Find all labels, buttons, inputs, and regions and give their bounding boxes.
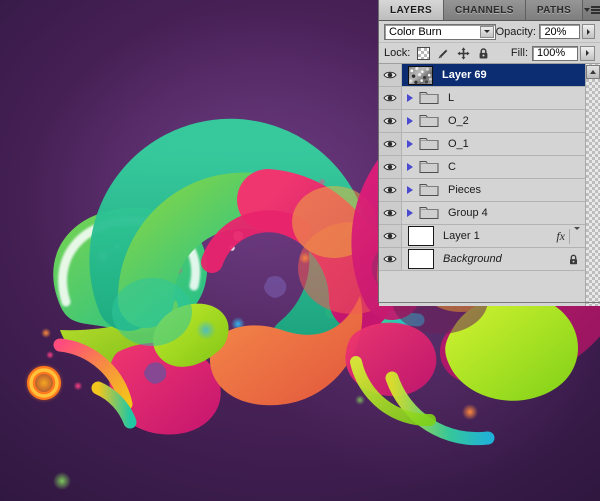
layers-panel: LAYERS CHANNELS PATHS Color Burn Opacity…: [378, 0, 600, 306]
layer-name: Layer 69: [442, 69, 487, 81]
layer-name: O_2: [448, 115, 469, 127]
eye-icon: [383, 255, 397, 263]
layer-visibility-toggle[interactable]: [379, 248, 402, 270]
tab-paths[interactable]: PATHS: [525, 0, 584, 20]
layer-thumbnail[interactable]: [408, 249, 434, 269]
folder-icon[interactable]: [419, 158, 439, 177]
layer-thumbnail[interactable]: [408, 65, 433, 85]
blend-opacity-row: Color Burn Opacity: 20%: [379, 21, 600, 42]
layer-visibility-toggle[interactable]: [379, 64, 402, 86]
eye-icon: [383, 209, 397, 217]
table-row[interactable]: Pieces: [379, 179, 585, 202]
layer-name: Group 4: [448, 207, 488, 219]
layer-name: Layer 1: [443, 230, 480, 242]
lock-position-icon[interactable]: [457, 46, 470, 60]
layer-effects-icon[interactable]: fx: [556, 229, 565, 244]
layer-name: Background: [443, 253, 502, 265]
eye-icon: [383, 163, 397, 171]
blend-mode-select[interactable]: Color Burn: [384, 23, 496, 40]
fill-stepper[interactable]: [580, 45, 595, 61]
panel-menu-button[interactable]: [583, 0, 600, 20]
blend-mode-value: Color Burn: [389, 25, 442, 38]
eye-icon: [383, 94, 397, 102]
group-expand-triangle-icon[interactable]: [402, 163, 418, 171]
opacity-stepper[interactable]: [581, 24, 596, 39]
group-expand-triangle-icon[interactable]: [402, 94, 418, 102]
tab-channels-label: CHANNELS: [455, 4, 514, 16]
layer-row-right: fx: [556, 227, 585, 244]
layer-row-right: [567, 253, 585, 266]
panel-tab-strip: LAYERS CHANNELS PATHS: [379, 0, 600, 21]
layer-name: Pieces: [448, 184, 482, 196]
layer-visibility-toggle[interactable]: [379, 202, 402, 224]
lock-transparent-pixels-icon[interactable]: [417, 46, 431, 60]
layer-name: C: [448, 161, 456, 173]
chevron-down-icon[interactable]: [479, 25, 494, 38]
folder-icon[interactable]: [419, 112, 439, 131]
table-row[interactable]: O_2: [379, 110, 585, 133]
layer-visibility-toggle[interactable]: [379, 87, 402, 109]
tab-layers-label: LAYERS: [390, 4, 433, 16]
layer-visibility-toggle[interactable]: [379, 110, 402, 132]
group-expand-triangle-icon[interactable]: [402, 117, 418, 125]
lock-fill-row: Lock: Fill: 100%: [379, 42, 600, 63]
lock-all-icon[interactable]: [477, 47, 490, 60]
tab-channels[interactable]: CHANNELS: [444, 0, 526, 20]
layer-thumbnail[interactable]: [408, 226, 434, 246]
eye-icon: [383, 117, 397, 125]
group-expand-triangle-icon[interactable]: [402, 186, 418, 194]
layer-name: O_1: [448, 138, 469, 150]
layer-visibility-toggle[interactable]: [379, 156, 402, 178]
eye-icon: [383, 71, 397, 79]
layers-list[interactable]: Layer 69 L O_2 O_1 C Pieces Group 4 Laye…: [379, 64, 585, 306]
divider: [569, 228, 570, 244]
table-row[interactable]: Group 4: [379, 202, 585, 225]
lock-all-icon: [567, 253, 580, 266]
layers-scrollbar[interactable]: [585, 64, 600, 306]
folder-icon[interactable]: [419, 89, 439, 108]
folder-icon[interactable]: [419, 204, 439, 223]
group-expand-triangle-icon[interactable]: [402, 209, 418, 217]
panel-bottom-edge: [379, 302, 600, 303]
layer-visibility-toggle[interactable]: [379, 133, 402, 155]
table-row[interactable]: Layer 1 fx: [379, 225, 585, 248]
lock-icon-group: [417, 46, 490, 60]
table-row[interactable]: O_1: [379, 133, 585, 156]
layer-visibility-toggle[interactable]: [379, 225, 402, 247]
table-row[interactable]: Background: [379, 248, 585, 271]
eye-icon: [383, 140, 397, 148]
layer-name: L: [448, 92, 455, 104]
tab-paths-label: PATHS: [536, 4, 572, 16]
tab-layers[interactable]: LAYERS: [379, 0, 445, 20]
chevron-down-icon[interactable]: [574, 227, 580, 242]
table-row[interactable]: L: [379, 87, 585, 110]
folder-icon[interactable]: [419, 135, 439, 154]
layers-list-container: Layer 69 L O_2 O_1 C Pieces Group 4 Laye…: [379, 63, 600, 306]
fill-input[interactable]: 100%: [532, 45, 578, 61]
lock-image-pixels-icon[interactable]: [437, 47, 450, 60]
layer-visibility-toggle[interactable]: [379, 179, 402, 201]
eye-icon: [383, 232, 397, 240]
table-row[interactable]: C: [379, 156, 585, 179]
scroll-up-arrow-icon[interactable]: [586, 65, 600, 79]
table-row[interactable]: Layer 69: [379, 64, 585, 87]
fill-label: Fill:: [510, 47, 528, 59]
opacity-value: 20%: [544, 25, 567, 38]
opacity-input[interactable]: 20%: [539, 24, 580, 39]
folder-icon[interactable]: [419, 181, 439, 200]
panel-menu-icon: [583, 6, 600, 14]
opacity-label: Opacity:: [495, 25, 536, 38]
screen-root: LAYERS CHANNELS PATHS Color Burn Opacity…: [0, 0, 600, 501]
lock-label: Lock:: [384, 47, 411, 59]
eye-icon: [383, 186, 397, 194]
fill-value: 100%: [537, 47, 566, 59]
group-expand-triangle-icon[interactable]: [402, 140, 418, 148]
